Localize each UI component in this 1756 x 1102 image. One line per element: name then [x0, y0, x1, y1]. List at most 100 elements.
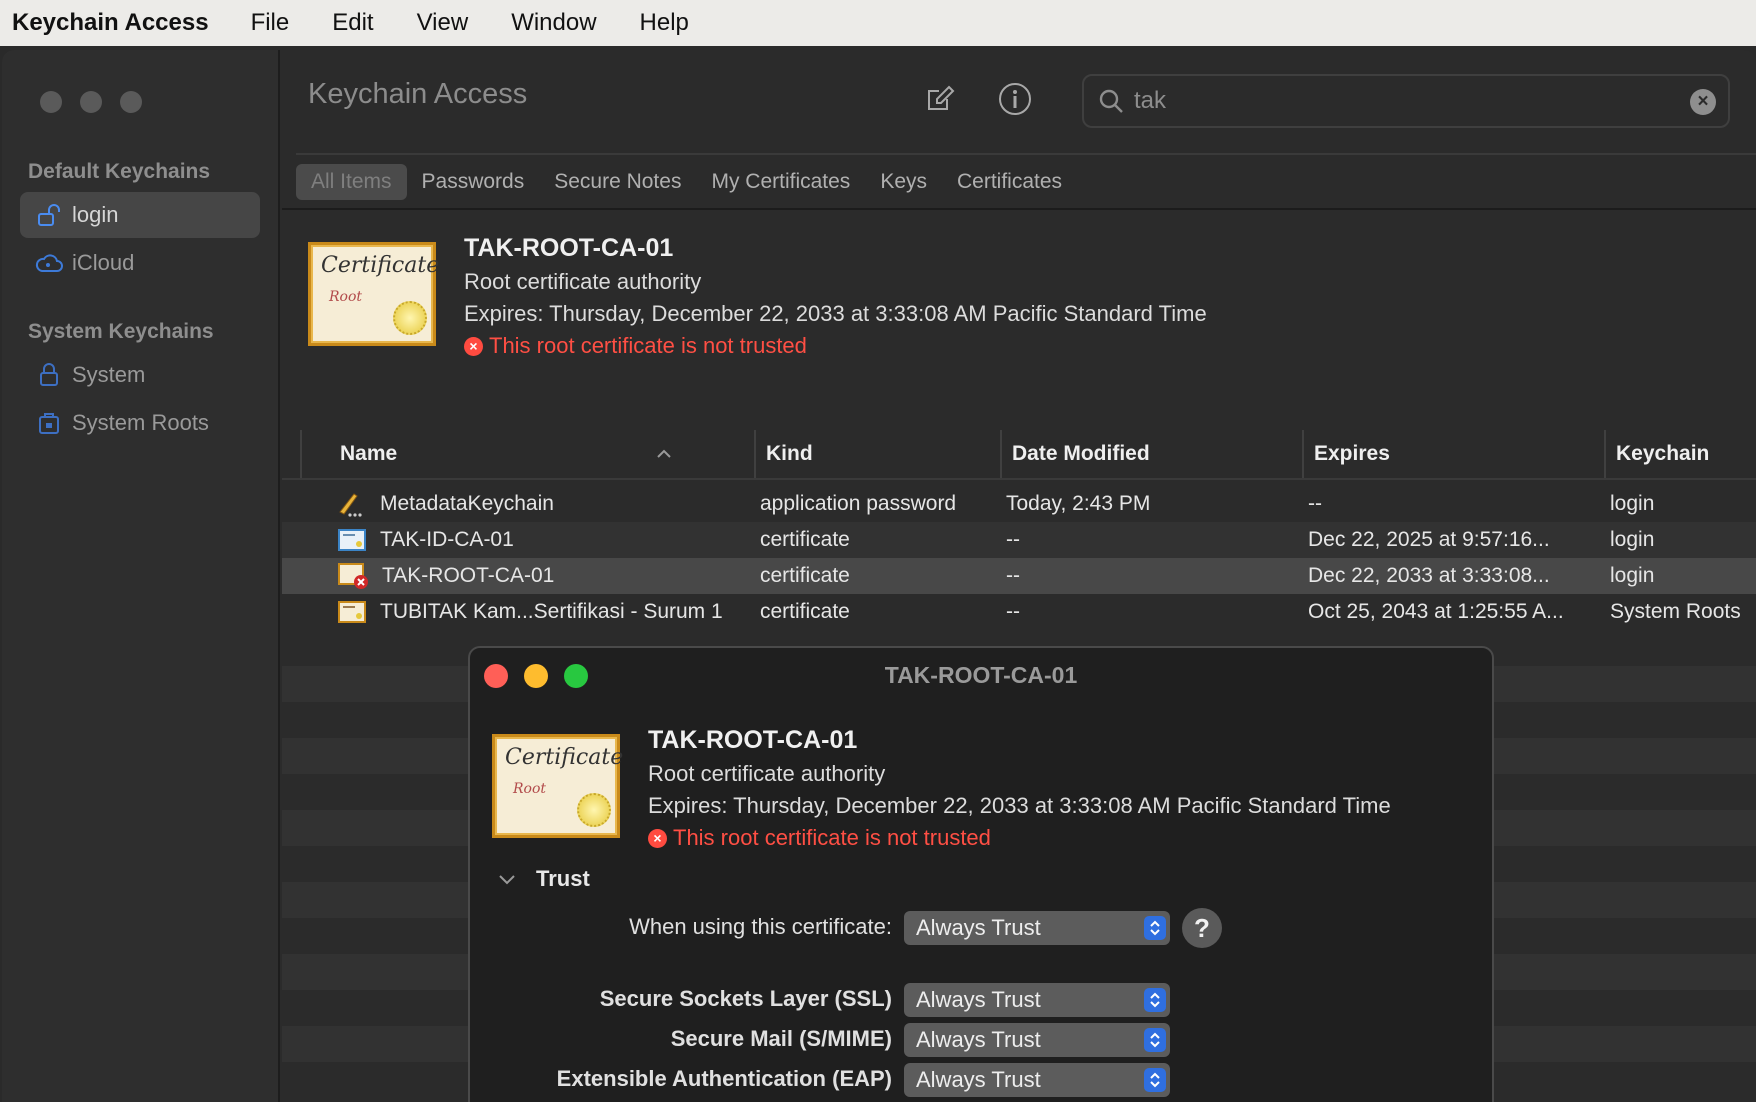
column-kind-label: Kind: [766, 442, 813, 465]
table-header-divider: [282, 478, 1756, 480]
tab-my-certificates[interactable]: My Certificates: [696, 164, 865, 200]
column-keychain[interactable]: Keychain: [1604, 430, 1756, 478]
eap-popup[interactable]: Always Trust: [904, 1063, 1170, 1097]
menu-bar: Keychain Access File Edit View Window He…: [0, 0, 1756, 46]
column-keychain-label: Keychain: [1616, 442, 1710, 465]
column-name[interactable]: Name: [300, 430, 686, 478]
table-row[interactable]: TUBITAK Kam...Sertifikasi - Surum 1 cert…: [282, 594, 1756, 630]
sidebar-item-system[interactable]: System: [20, 352, 260, 398]
icloud-icon: [34, 253, 64, 273]
column-date-modified[interactable]: Date Modified: [1000, 430, 1270, 478]
default-keychains-heading: Default Keychains: [28, 160, 211, 183]
column-date-modified-label: Date Modified: [1012, 442, 1150, 465]
help-button[interactable]: ?: [1182, 908, 1222, 948]
sidebar: Default Keychains login iCloud System Ke…: [2, 50, 280, 1102]
certificate-icon: Certificate Root: [308, 242, 440, 346]
search-icon: [1098, 88, 1124, 114]
sidebar-item-label: iCloud: [72, 250, 135, 275]
tab-all-items[interactable]: All Items: [296, 164, 407, 200]
row-kind: certificate: [760, 600, 850, 623]
popup-value: Always Trust: [916, 1027, 1041, 1052]
dialog-trust-warning: × This root certificate is not trusted: [648, 825, 1391, 851]
table-row[interactable]: TAK-ID-CA-01 certificate -- Dec 22, 2025…: [282, 522, 1756, 558]
tab-passwords[interactable]: Passwords: [407, 164, 540, 200]
trust-disclosure[interactable]: Trust: [496, 866, 590, 892]
column-kind[interactable]: Kind: [754, 430, 974, 478]
minimize-button[interactable]: [80, 91, 102, 113]
window-title: Keychain Access: [308, 78, 528, 110]
dialog-summary-title: TAK-ROOT-CA-01: [648, 726, 858, 754]
table-row[interactable]: MetadataKeychain application password To…: [282, 486, 1756, 522]
menu-help[interactable]: Help: [640, 9, 689, 37]
eap-label: Extensible Authentication (EAP): [556, 1066, 892, 1091]
certificate-icon: Certificate Root: [492, 734, 624, 838]
dialog-summary: TAK-ROOT-CA-01 Root certificate authorit…: [648, 726, 1391, 851]
sidebar-item-system-roots[interactable]: System Roots: [20, 400, 260, 446]
row-keychain: System Roots: [1610, 600, 1741, 623]
summary-title: TAK-ROOT-CA-01: [464, 234, 674, 262]
search-input[interactable]: [1134, 87, 1674, 115]
unlocked-padlock-icon: [34, 203, 64, 227]
pencil-key-icon: [336, 486, 366, 522]
column-name-label: Name: [340, 442, 398, 465]
ssl-label: Secure Sockets Layer (SSL): [599, 986, 892, 1011]
menu-view[interactable]: View: [417, 9, 469, 37]
tab-keys[interactable]: Keys: [865, 164, 942, 200]
new-item-button[interactable]: [924, 82, 958, 116]
seal-icon: [577, 793, 611, 827]
trust-warning-text: This root certificate is not trusted: [489, 333, 807, 358]
clear-search-icon[interactable]: ×: [1690, 89, 1716, 115]
when-using-popup[interactable]: Always Trust: [904, 911, 1170, 945]
row-date-modified: --: [1006, 528, 1020, 551]
close-button[interactable]: [40, 91, 62, 113]
trust-heading: Trust: [536, 866, 590, 891]
certificate-icon-text: Certificate: [505, 745, 624, 770]
sort-ascending-icon: [656, 449, 672, 459]
stepper-arrows-icon: [1144, 1028, 1166, 1052]
compose-icon: [928, 85, 955, 110]
when-using-label: When using this certificate:: [629, 914, 892, 939]
sidebar-item-label: System: [72, 362, 146, 387]
menu-file[interactable]: File: [251, 9, 290, 37]
popup-value: Always Trust: [916, 915, 1041, 940]
table-row-selected[interactable]: TAK-ROOT-CA-01 certificate -- Dec 22, 20…: [282, 558, 1756, 594]
dialog-summary-expires: Expires: Thursday, December 22, 2033 at …: [648, 793, 1391, 818]
row-expires: Oct 25, 2043 at 1:25:55 A...: [1308, 600, 1564, 623]
row-date-modified: --: [1006, 600, 1020, 623]
row-keychain: login: [1610, 492, 1655, 515]
tab-certificates[interactable]: Certificates: [942, 164, 1077, 200]
certificate-icon-text: Certificate: [321, 253, 440, 278]
row-keychain: login: [1610, 528, 1655, 551]
stepper-arrows-icon: [1144, 1068, 1166, 1092]
row-date-modified: Today, 2:43 PM: [1006, 492, 1151, 515]
sidebar-item-label: login: [72, 202, 119, 227]
menu-edit[interactable]: Edit: [332, 9, 373, 37]
popup-value: Always Trust: [916, 987, 1041, 1012]
row-keychain: login: [1610, 564, 1655, 587]
menu-app-name[interactable]: Keychain Access: [12, 9, 209, 37]
smime-popup[interactable]: Always Trust: [904, 1023, 1170, 1057]
trust-warning: × This root certificate is not trusted: [464, 333, 1207, 359]
certificate-icon-root-text: Root: [513, 781, 547, 797]
sidebar-item-login[interactable]: login: [20, 192, 260, 238]
tab-secure-notes[interactable]: Secure Notes: [539, 164, 696, 200]
error-icon: ×: [464, 336, 483, 356]
toolbar-divider: [296, 153, 1756, 155]
root-certificate-icon: [338, 594, 366, 630]
dialog-summary-subtitle: Root certificate authority: [648, 761, 886, 786]
info-button[interactable]: [998, 82, 1032, 116]
zoom-button[interactable]: [120, 91, 142, 113]
sidebar-item-icloud[interactable]: iCloud: [20, 240, 260, 286]
search-field[interactable]: ×: [1082, 74, 1730, 128]
popup-value: Always Trust: [916, 1067, 1041, 1092]
chevron-down-icon: [496, 873, 518, 885]
row-expires: Dec 22, 2025 at 9:57:16...: [1308, 528, 1550, 551]
category-tabs: All Items Passwords Secure Notes My Cert…: [296, 162, 1077, 202]
error-icon: ×: [648, 828, 667, 848]
ssl-popup[interactable]: Always Trust: [904, 983, 1170, 1017]
column-expires-label: Expires: [1314, 442, 1390, 465]
column-expires[interactable]: Expires: [1302, 430, 1572, 478]
certificate-icon: [338, 522, 366, 558]
system-keychains-heading: System Keychains: [28, 320, 214, 343]
menu-window[interactable]: Window: [511, 9, 596, 37]
